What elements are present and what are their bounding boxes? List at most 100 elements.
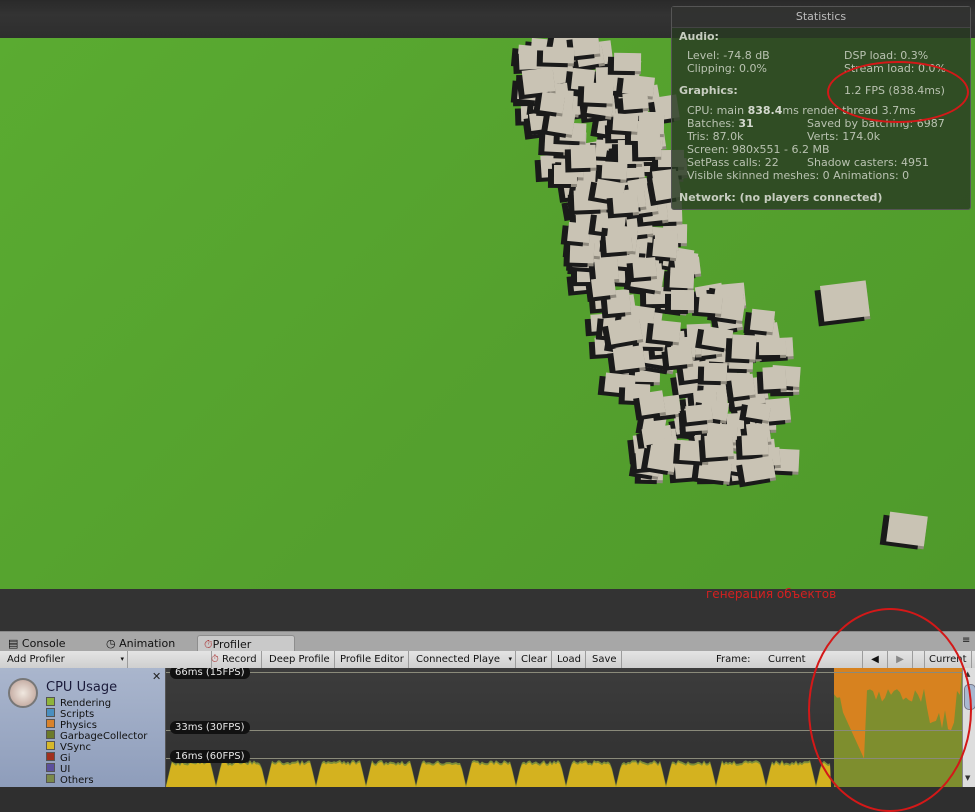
scene-cube: [685, 403, 713, 423]
frame-value: Current: [768, 654, 806, 665]
tab-profiler-label: Profiler: [212, 638, 252, 651]
scene-cube: [571, 38, 600, 57]
editor-tab-bar: ▤ Console ◷ Animation ⏱Profiler ≡: [0, 631, 975, 653]
scene-cube: [638, 389, 666, 416]
scrollbar-thumb[interactable]: [964, 684, 975, 710]
gridline-16ms: [166, 758, 962, 759]
scroll-down-icon[interactable]: ▼: [965, 774, 970, 782]
scene-cube: [741, 434, 769, 456]
current-frame-button[interactable]: Current: [924, 651, 972, 668]
scene-cube: [731, 334, 757, 360]
scene-cube: [730, 373, 756, 398]
cpu-usage-title: CPU Usage: [46, 680, 118, 695]
legend-swatch: [46, 730, 55, 739]
legend-item-ui[interactable]: UI: [46, 763, 70, 775]
batches-prefix: Batches:: [687, 117, 739, 130]
gridline-66ms: [166, 672, 962, 673]
cpu-main-value: 838.4: [747, 104, 783, 117]
label-33ms: 33ms (30FPS): [170, 721, 250, 734]
add-profiler-dropdown[interactable]: Add Profiler ▾: [3, 651, 128, 668]
save-button[interactable]: Save: [588, 651, 622, 668]
statistics-title: Statistics: [672, 7, 970, 28]
scroll-up-icon[interactable]: ▲: [965, 670, 970, 678]
setpass-calls: SetPass calls: 22: [687, 156, 779, 169]
scene-cube: [758, 338, 786, 356]
stopwatch-icon: [8, 678, 38, 708]
scene-cube: [570, 239, 595, 264]
scene-cube: [622, 92, 650, 111]
tab-console-label: Console: [21, 637, 66, 650]
shadow-casters: Shadow casters: 4951: [807, 156, 929, 169]
cpu-time: CPU: main 838.4ms render thread 3.7ms: [687, 104, 916, 117]
legend-swatch: [46, 763, 55, 772]
record-button[interactable]: ⏱ Record: [207, 651, 262, 668]
screen-info: Screen: 980x551 - 6.2 MB: [687, 143, 830, 156]
legend-item-physics[interactable]: Physics: [46, 719, 97, 731]
tab-animation[interactable]: ◷ Animation: [100, 635, 181, 652]
scene-cube: [521, 67, 556, 95]
legend-swatch: [46, 774, 55, 783]
close-icon[interactable]: ✕: [152, 670, 161, 683]
scene-cube: [591, 276, 616, 297]
profiler-icon: ⏱: [204, 638, 213, 651]
deep-profile-button[interactable]: Deep Profile: [265, 651, 335, 668]
scene-cube: [612, 345, 645, 372]
saved-by-batching: Saved by batching: 6987: [807, 117, 945, 130]
record-icon: ⏱: [211, 654, 219, 665]
scene-cube: [651, 319, 682, 343]
scene-cube: [741, 455, 776, 482]
legend-item-scripts[interactable]: Scripts: [46, 708, 94, 720]
cpu-usage-graph[interactable]: 66ms (15FPS) 33ms (30FPS) 16ms (60FPS): [166, 668, 962, 787]
verts: Verts: 174.0k: [807, 130, 881, 143]
scene-cube-isolated: [819, 280, 871, 322]
legend-item-rendering[interactable]: Rendering: [46, 697, 111, 709]
fps-readout: 1.2 FPS (838.4ms): [844, 84, 945, 97]
network-status: Network: (no players connected): [679, 191, 883, 204]
scene-cube: [637, 137, 662, 157]
batches: Batches: 31: [687, 117, 754, 130]
graph-scrollbar[interactable]: ▲ ▼: [962, 668, 975, 787]
scene-cube: [647, 444, 678, 473]
scene-cube: [613, 52, 642, 72]
scene-cube: [605, 234, 633, 254]
legend-item-vsync[interactable]: VSync: [46, 741, 91, 753]
tab-animation-label: Animation: [119, 637, 176, 650]
cpu-prefix: CPU: main: [687, 104, 748, 117]
prev-frame-button[interactable]: ◀: [862, 651, 888, 668]
toolbar-spacer: [123, 651, 212, 668]
legend-item-garbagecollector[interactable]: GarbageCollector: [46, 730, 147, 742]
load-button[interactable]: Load: [553, 651, 586, 668]
legend-item-others[interactable]: Others: [46, 774, 94, 786]
add-profiler-label: Add Profiler: [7, 654, 65, 665]
panel-menu-icon[interactable]: ≡: [956, 632, 975, 649]
scene-cube-isolated: [886, 511, 928, 547]
scene-cube: [542, 46, 575, 63]
clear-button[interactable]: Clear: [517, 651, 553, 668]
scene-cube: [570, 145, 596, 170]
frame-label: Frame:: [716, 654, 751, 665]
dropdown-arrow-icon: ▾: [508, 655, 512, 663]
gridline-33ms: [166, 730, 962, 731]
connected-player-dropdown[interactable]: Connected Playe ▾: [412, 651, 516, 668]
cpu-graph-svg: [166, 668, 962, 787]
cpu-usage-legend[interactable]: ✕ CPU Usage Rendering Scripts Physics Garba…: [0, 668, 166, 787]
legend-item-gi[interactable]: Gi: [46, 752, 71, 764]
tab-console[interactable]: ▤ Console: [2, 635, 72, 652]
label-66ms: 66ms (15FPS): [170, 668, 250, 679]
scene-cube: [612, 113, 639, 133]
batches-value: 31: [738, 117, 754, 130]
record-label: Record: [222, 654, 257, 665]
scene-cube: [612, 192, 639, 214]
scene-cube: [567, 222, 592, 244]
legend-swatch: [46, 752, 55, 761]
statistics-panel: Statistics Audio: Level: -74.8 dB Clippi…: [671, 6, 971, 210]
scene-cube: [704, 434, 734, 459]
legend-swatch: [46, 719, 55, 728]
next-frame-button[interactable]: ▶: [888, 651, 913, 668]
scene-cube: [539, 91, 566, 114]
profile-editor-button[interactable]: Profile Editor: [336, 651, 409, 668]
graph-area-vsync: [166, 762, 831, 787]
legend-swatch: [46, 708, 55, 717]
arrow-right-icon: ▶: [896, 654, 904, 665]
scene-cube: [762, 366, 787, 390]
